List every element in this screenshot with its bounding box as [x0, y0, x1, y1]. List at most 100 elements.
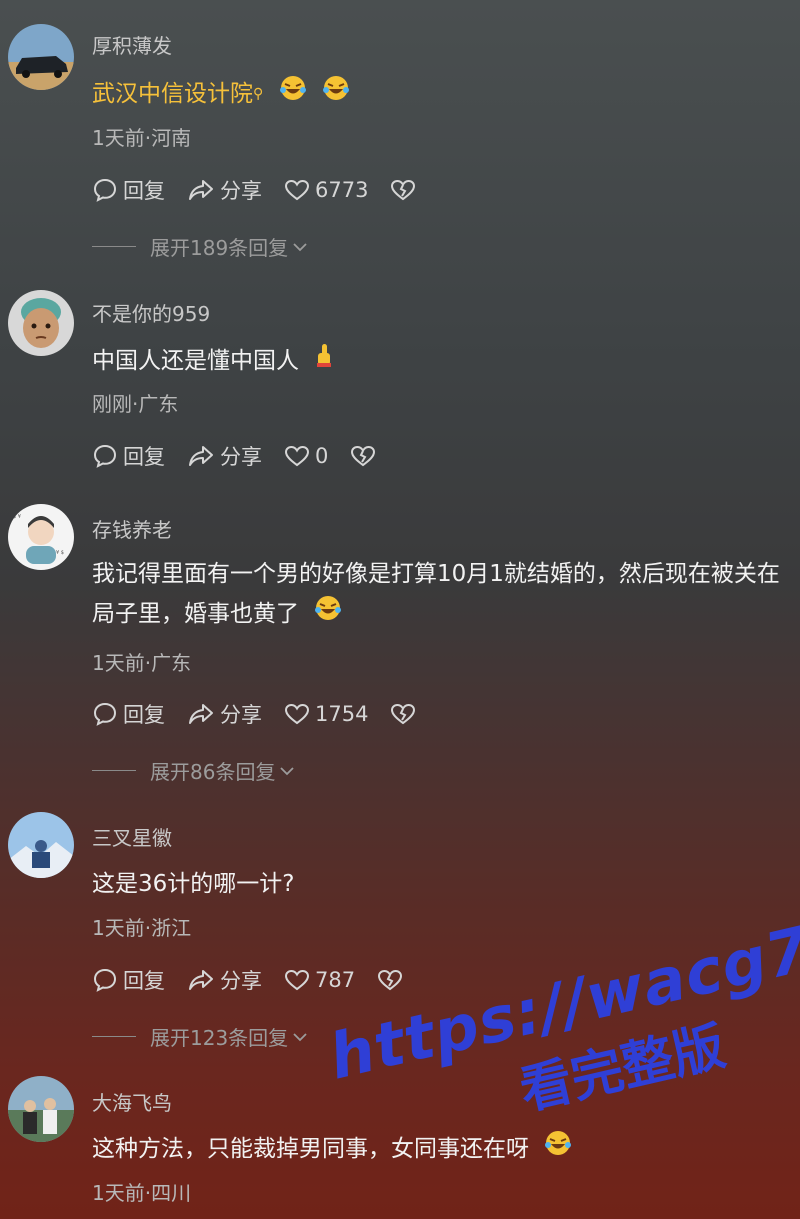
comment-meta: 1天前·浙江 — [92, 916, 192, 940]
share-arrow-icon — [189, 446, 213, 466]
share-button[interactable]: 分享 — [187, 965, 262, 995]
reply-bubble-icon — [93, 702, 117, 726]
people-avatar-image — [8, 1076, 74, 1142]
share-label: 分享 — [220, 969, 262, 993]
avatar[interactable]: $ ¥ ¥ $ — [8, 504, 74, 570]
broken-heart-icon — [391, 703, 416, 725]
comment-text: 武汉中信设计院⚲ — [92, 74, 786, 115]
username[interactable]: 三叉星徽 — [92, 822, 172, 851]
share-button[interactable]: 分享 — [187, 699, 262, 729]
avatar[interactable] — [8, 290, 74, 356]
comment-meta: 1天前·河南 — [92, 126, 192, 150]
divider-line — [92, 245, 136, 247]
share-arrow-icon — [189, 180, 213, 200]
heart-icon — [284, 969, 310, 991]
comment-item: 三叉星徽 这是36计的哪一计? 1天前·浙江 回复 分享 787 展开123条回… — [0, 790, 800, 1060]
broken-heart-icon — [391, 179, 416, 201]
share-label: 分享 — [220, 179, 262, 203]
share-label: 分享 — [220, 445, 262, 469]
expand-replies-button[interactable]: 展开123条回复 — [92, 1023, 308, 1050]
boy-avatar-image — [8, 290, 74, 356]
comment-text: 我记得里面有一个男的好像是打算10月1就结婚的，然后现在被关在局子里，婚事也黄了 — [92, 554, 786, 635]
comment-text: 这是36计的哪一计? — [92, 864, 786, 904]
comment-actions: 回复 分享 787 — [92, 965, 425, 995]
reply-button[interactable]: 回复 — [92, 175, 165, 205]
like-count: 787 — [315, 968, 356, 992]
broken-heart-icon — [378, 969, 403, 991]
comment-body: 中国人还是懂中国人 — [92, 348, 299, 374]
like-button[interactable]: 787 — [284, 968, 355, 992]
comment-item: 厚积薄发 武汉中信设计院⚲ 1天前·河南 回复 分享 6773 展开189条回复 — [0, 0, 800, 270]
comment-actions: 回复 分享 6773 — [92, 175, 438, 205]
avatar[interactable] — [8, 812, 74, 878]
chevron-down-icon — [292, 1024, 308, 1048]
reply-button[interactable]: 回复 — [92, 699, 165, 729]
chevron-down-icon — [279, 758, 295, 782]
username[interactable]: 大海飞鸟 — [92, 1087, 172, 1116]
reply-bubble-icon — [93, 968, 117, 992]
like-count: 6773 — [315, 178, 369, 202]
comment-meta: 1天前·四川 — [92, 1181, 192, 1205]
avatar[interactable] — [8, 1076, 74, 1142]
thumbs-up-emoji-icon — [314, 341, 336, 382]
comment-text: 这种方法，只能裁掉男同事，女同事还在呀 — [92, 1129, 786, 1170]
divider-line — [92, 1035, 136, 1037]
expand-replies-label: 展开123条回复 — [150, 1025, 289, 1050]
search-icon[interactable]: ⚲ — [253, 86, 263, 102]
laughing-tears-emoji-icon — [314, 594, 342, 635]
landscape-avatar-image — [8, 812, 74, 878]
reply-bubble-icon — [93, 178, 117, 202]
expand-replies-button[interactable]: 展开86条回复 — [92, 757, 295, 784]
dislike-button[interactable] — [390, 702, 416, 726]
like-count: 0 — [315, 444, 329, 468]
reply-button[interactable]: 回复 — [92, 965, 165, 995]
comment-text: 中国人还是懂中国人 — [92, 341, 786, 382]
comment-meta: 刚刚·广东 — [92, 392, 179, 416]
broken-heart-icon — [351, 445, 376, 467]
comment-item: 不是你的959 中国人还是懂中国人 刚刚·广东 回复 分享 0 — [0, 270, 800, 490]
reply-label: 回复 — [123, 445, 165, 469]
heart-icon — [284, 445, 310, 467]
username[interactable]: 厚积薄发 — [92, 30, 172, 59]
svg-text:$ ¥: $ ¥ — [13, 514, 21, 520]
reply-label: 回复 — [123, 179, 165, 203]
comment-actions: 回复 分享 0 — [92, 441, 398, 471]
svg-text:¥ $: ¥ $ — [56, 550, 64, 556]
username[interactable]: 不是你的959 — [92, 298, 210, 327]
like-button[interactable]: 0 — [284, 444, 328, 468]
like-button[interactable]: 6773 — [284, 178, 368, 202]
username[interactable]: 存钱养老 — [92, 514, 172, 543]
comment-meta: 1天前·广东 — [92, 651, 192, 675]
laughing-tears-emoji-icon — [322, 74, 350, 115]
reply-label: 回复 — [123, 703, 165, 727]
share-button[interactable]: 分享 — [187, 441, 262, 471]
cartoon-avatar-image: $ ¥ ¥ $ — [8, 504, 74, 570]
comment-item: $ ¥ ¥ $ 存钱养老 我记得里面有一个男的好像是打算10月1就结婚的，然后现… — [0, 490, 800, 790]
comment-actions: 回复 分享 1754 — [92, 699, 438, 729]
dislike-button[interactable] — [377, 968, 403, 992]
comment-body: 我记得里面有一个男的好像是打算10月1就结婚的，然后现在被关在局子里，婚事也黄了 — [92, 561, 780, 627]
car-avatar-image — [8, 24, 74, 90]
expand-replies-button[interactable]: 展开189条回复 — [92, 233, 308, 260]
reply-bubble-icon — [93, 444, 117, 468]
comment-item: 大海飞鸟 这种方法，只能裁掉男同事，女同事还在呀 1天前·四川 — [0, 1060, 800, 1219]
like-button[interactable]: 1754 — [284, 702, 368, 726]
share-arrow-icon — [189, 704, 213, 724]
expand-replies-label: 展开86条回复 — [150, 759, 276, 784]
comment-body: 这种方法，只能裁掉男同事，女同事还在呀 — [92, 1136, 529, 1162]
share-arrow-icon — [189, 970, 213, 990]
comment-body: 这是36计的哪一计? — [92, 871, 295, 897]
expand-replies-label: 展开189条回复 — [150, 235, 289, 260]
dislike-button[interactable] — [350, 444, 376, 468]
heart-icon — [284, 703, 310, 725]
reply-label: 回复 — [123, 969, 165, 993]
heart-icon — [284, 179, 310, 201]
divider-line — [92, 769, 136, 771]
avatar[interactable] — [8, 24, 74, 90]
share-button[interactable]: 分享 — [187, 175, 262, 205]
search-link[interactable]: 武汉中信设计院 — [92, 81, 253, 107]
reply-button[interactable]: 回复 — [92, 441, 165, 471]
laughing-tears-emoji-icon — [279, 74, 307, 115]
like-count: 1754 — [315, 702, 369, 726]
dislike-button[interactable] — [390, 178, 416, 202]
